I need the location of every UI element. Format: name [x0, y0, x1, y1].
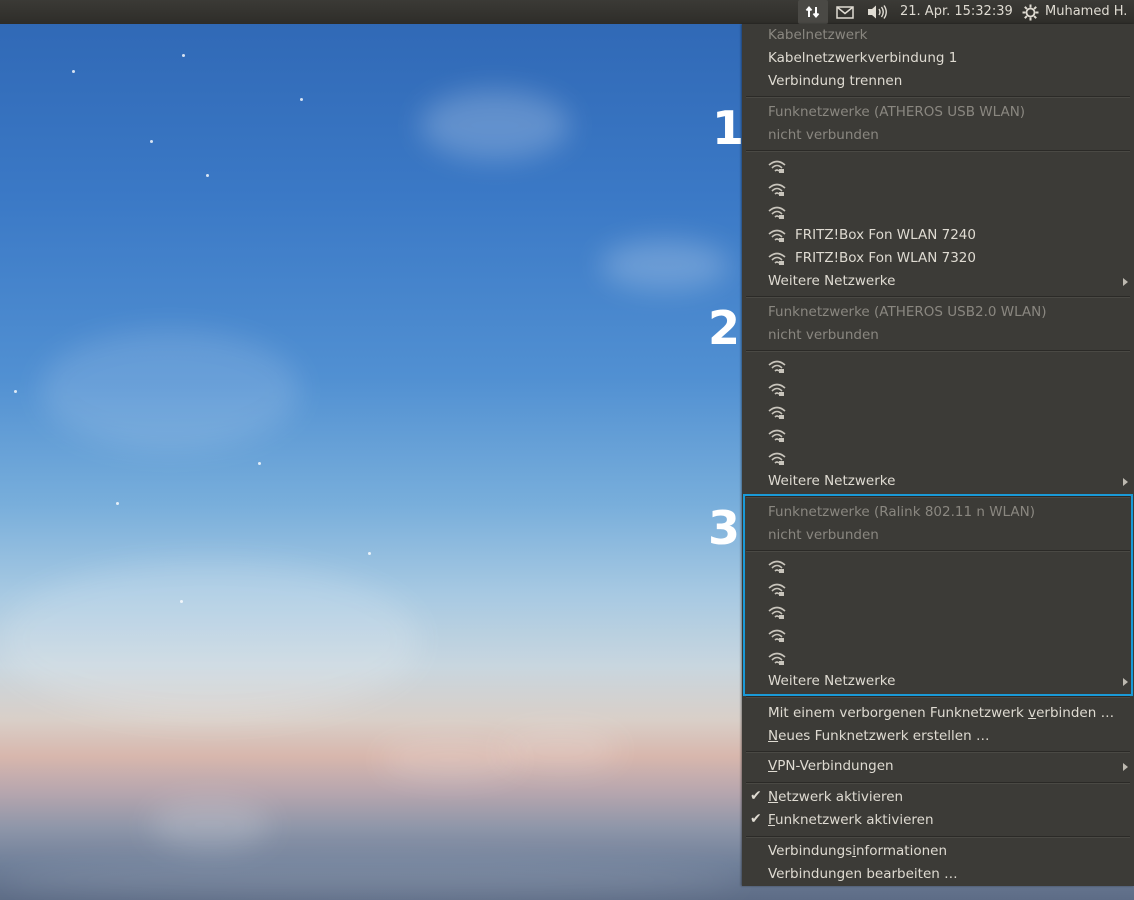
wifi-signal-icon [768, 252, 786, 265]
separator [746, 350, 1130, 352]
checkmark-icon: ✔ [750, 811, 762, 827]
wifi-signal-icon [768, 183, 786, 196]
wifi3-more-networks[interactable]: Weitere Netzwerke [768, 670, 895, 693]
network-menu: Kabelnetzwerk Kabelnetzwerkverbindung 1 … [742, 24, 1134, 886]
wifi-signal-icon [768, 360, 786, 373]
connect-hidden-network-item[interactable]: Mit einem verborgenen Funknetzwerk verbi… [768, 702, 1114, 725]
wifi-signal-icon [768, 629, 786, 642]
separator [746, 696, 1130, 698]
wifi-signal-icon [768, 583, 786, 596]
wifi3-header: Funknetzwerke (Ralink 802.11 n WLAN) [768, 504, 1035, 520]
top-panel: 21. Apr. 15:32:39 Muhamed H. [0, 0, 1134, 24]
create-network-item[interactable]: Neues Funknetzwerk erstellen … [768, 725, 989, 748]
wifi-signal-icon [768, 206, 786, 219]
separator [746, 836, 1130, 838]
wifi-signal-icon [768, 160, 786, 173]
wifi2-header: Funknetzwerke (ATHEROS USB2.0 WLAN) [768, 304, 1047, 320]
volume-icon[interactable] [864, 0, 890, 24]
user-name: Muhamed H. [1045, 4, 1128, 19]
annotation-3: 3 [708, 501, 741, 555]
wifi1-network-item[interactable] [742, 178, 1134, 201]
wifi-signal-icon [768, 229, 786, 242]
disconnect-item[interactable]: Verbindung trennen [768, 70, 902, 93]
vpn-connections-item[interactable]: VPN-Verbindungen [768, 755, 894, 778]
wifi2-network-item[interactable] [742, 424, 1134, 447]
wifi1-status: nicht verbunden [768, 127, 879, 143]
mail-icon[interactable] [834, 0, 856, 24]
separator [746, 751, 1130, 753]
wifi-signal-icon [768, 652, 786, 665]
edit-connections-item[interactable]: Verbindungen bearbeiten … [768, 863, 958, 886]
network-indicator-icon[interactable] [798, 0, 828, 24]
wifi3-network-item[interactable] [742, 601, 1134, 624]
enable-wifi-toggle[interactable]: Funknetzwerk aktivieren [768, 809, 934, 832]
clock[interactable]: 21. Apr. 15:32:39 [900, 0, 1013, 24]
gear-icon [1022, 4, 1039, 20]
wifi3-network-item[interactable] [742, 647, 1134, 670]
wifi1-network-item[interactable]: FRITZ!Box Fon WLAN 7240 [742, 224, 1134, 247]
wifi3-network-item[interactable] [742, 555, 1134, 578]
separator [746, 96, 1130, 98]
wifi1-network-item[interactable]: FRITZ!Box Fon WLAN 7320 [742, 247, 1134, 270]
separator [746, 550, 1130, 552]
separator [746, 150, 1130, 152]
wifi1-network-item[interactable] [742, 155, 1134, 178]
wifi-network-label: FRITZ!Box Fon WLAN 7320 [795, 250, 976, 266]
wifi2-network-item[interactable] [742, 447, 1134, 470]
separator [746, 496, 1130, 498]
wifi-network-label: FRITZ!Box Fon WLAN 7240 [795, 227, 976, 243]
wifi3-network-item[interactable] [742, 578, 1134, 601]
separator [746, 782, 1130, 784]
wifi1-header: Funknetzwerke (ATHEROS USB WLAN) [768, 104, 1026, 120]
checkmark-icon: ✔ [750, 788, 762, 804]
submenu-arrow-icon [1123, 278, 1128, 286]
wired-connection-item[interactable]: Kabelnetzwerkverbindung 1 [768, 47, 957, 70]
wired-header: Kabelnetzwerk [768, 27, 868, 43]
wifi2-network-item[interactable] [742, 355, 1134, 378]
wifi2-more-networks[interactable]: Weitere Netzwerke [768, 470, 895, 493]
wifi2-status: nicht verbunden [768, 327, 879, 343]
submenu-arrow-icon [1123, 763, 1128, 771]
wifi-signal-icon [768, 452, 786, 465]
session-indicator[interactable]: Muhamed H. [1022, 0, 1127, 24]
enable-network-toggle[interactable]: Netzwerk aktivieren [768, 786, 903, 809]
wifi3-status: nicht verbunden [768, 527, 879, 543]
connection-info-item[interactable]: Verbindungsinformationen [768, 840, 947, 863]
separator [746, 296, 1130, 298]
wifi1-more-networks[interactable]: Weitere Netzwerke [768, 270, 895, 293]
submenu-arrow-icon [1123, 678, 1128, 686]
wifi-signal-icon [768, 406, 786, 419]
wifi2-network-item[interactable] [742, 401, 1134, 424]
wifi1-network-item[interactable] [742, 201, 1134, 224]
wifi2-network-item[interactable] [742, 378, 1134, 401]
annotation-2: 2 [708, 301, 741, 355]
wifi-signal-icon [768, 560, 786, 573]
wifi-signal-icon [768, 383, 786, 396]
wifi-signal-icon [768, 429, 786, 442]
wifi-signal-icon [768, 606, 786, 619]
submenu-arrow-icon [1123, 478, 1128, 486]
wifi3-network-item[interactable] [742, 624, 1134, 647]
annotation-1: 1 [712, 101, 745, 155]
